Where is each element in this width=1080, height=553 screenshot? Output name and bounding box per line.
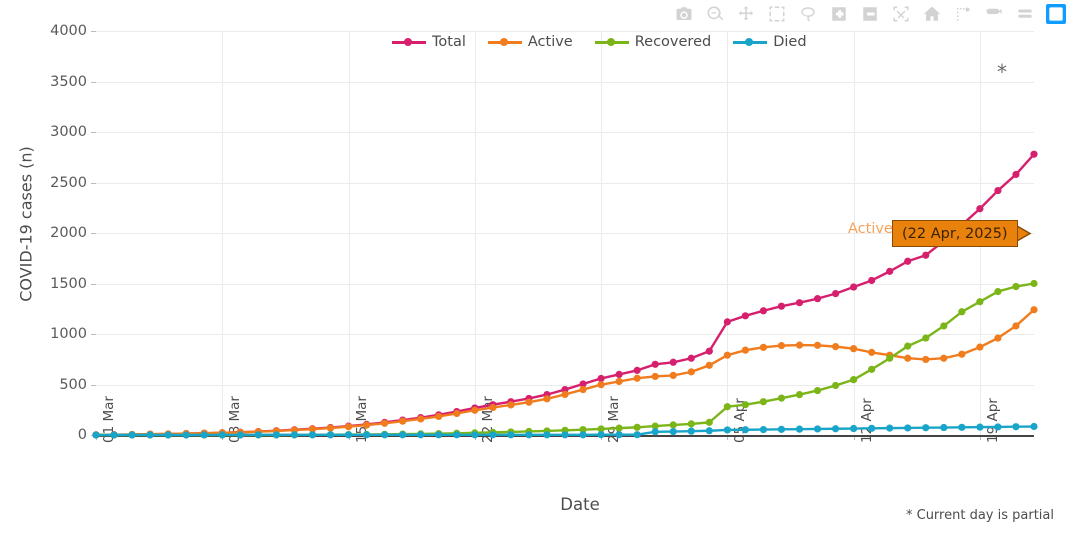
hover-compare-icon[interactable]: [1015, 4, 1035, 24]
zoom-in-icon[interactable]: [829, 4, 849, 24]
annotation-date-box[interactable]: (22 Apr, 2025): [892, 220, 1018, 247]
toggle-spike-lines-icon[interactable]: [953, 4, 973, 24]
box-select-icon[interactable]: [767, 4, 787, 24]
autoscale-icon[interactable]: [891, 4, 911, 24]
annotation-pointer: [1016, 224, 1032, 243]
lasso-select-icon[interactable]: [798, 4, 818, 24]
zoom-out-icon[interactable]: [860, 4, 880, 24]
download-plot-icon[interactable]: [674, 4, 694, 24]
pan-icon[interactable]: [736, 4, 756, 24]
annotation-date-text: (22 Apr, 2025): [902, 225, 1008, 242]
covid-cases-line-chart: 0 500 1000 1500 2000 2500 3000 3500 4000 01 Mar 0…: [0, 0, 1080, 553]
plotly-logo-icon[interactable]: [1046, 4, 1066, 24]
hover-closest-icon[interactable]: [984, 4, 1004, 24]
annotation-arrow-head: [1016, 224, 1032, 243]
zoom-icon[interactable]: [705, 4, 725, 24]
plot-modebar[interactable]: [674, 2, 1066, 26]
reset-axes-icon[interactable]: [922, 4, 942, 24]
